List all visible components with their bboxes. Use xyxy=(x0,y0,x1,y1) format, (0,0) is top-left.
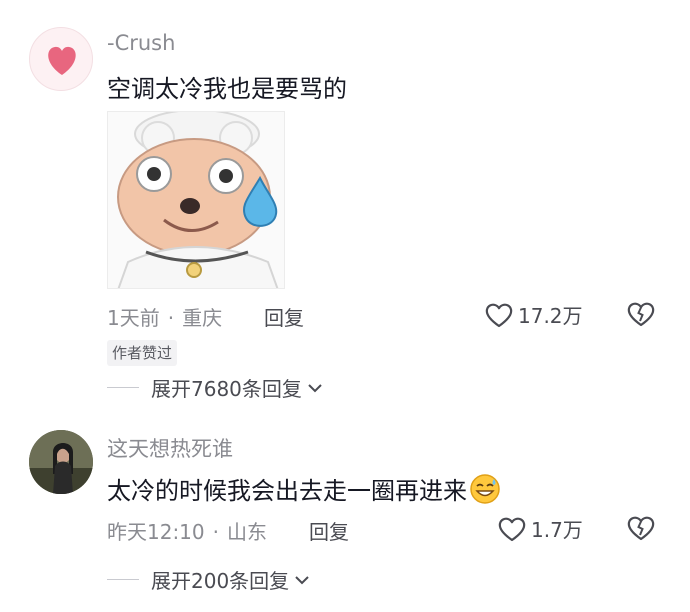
chevron-down-icon xyxy=(295,575,309,584)
like-button[interactable]: 1.7万 xyxy=(497,514,583,543)
comment-text-body: 太冷的时候我会出去走一圈再进来 xyxy=(107,477,467,505)
heart-outline-icon xyxy=(485,303,513,327)
broken-heart-icon[interactable] xyxy=(626,514,656,542)
expand-divider xyxy=(107,387,139,388)
comment-text: 太冷的时候我会出去走一圈再进来 xyxy=(107,471,501,506)
avatar[interactable] xyxy=(29,430,93,494)
comment-location: 山东 xyxy=(227,520,267,544)
user-photo-avatar xyxy=(29,430,93,494)
username[interactable]: -Crush xyxy=(107,31,175,55)
reply-button[interactable]: 回复 xyxy=(309,516,349,545)
reply-button[interactable]: 回复 xyxy=(264,302,304,331)
comment-meta: 1天前 · 重庆 xyxy=(107,302,222,331)
expand-divider xyxy=(107,579,139,580)
comment-text: 空调太冷我也是要骂的 xyxy=(107,75,347,103)
heart-outline-icon xyxy=(498,517,526,541)
expand-label: 展开7680条回复 xyxy=(151,377,302,401)
like-count: 17.2万 xyxy=(518,304,583,328)
expand-replies-button[interactable]: 展开200条回复 xyxy=(107,565,311,594)
comment-meta: 昨天12:10 · 山东 xyxy=(107,516,267,545)
author-liked-badge: 作者赞过 xyxy=(107,340,178,366)
expand-replies-button[interactable]: 展开7680条回复 xyxy=(107,373,324,402)
meta-separator: · xyxy=(212,520,219,544)
expand-label: 展开200条回复 xyxy=(151,569,290,593)
username[interactable]: 这天想热死谁 xyxy=(107,433,233,463)
meta-separator: · xyxy=(167,306,175,330)
grinning-sweat-emoji xyxy=(470,474,500,504)
like-count: 1.7万 xyxy=(531,518,583,542)
comment-item: -Crush 空调太冷我也是要骂的 1天前 · 重庆 回复 17.2万 作者赞过… xyxy=(0,0,690,418)
avatar[interactable] xyxy=(29,27,93,91)
comment-item: 这天想热死谁 太冷的时候我会出去走一圈再进来 昨天12:10 · 山东 回复 1.7… xyxy=(0,418,690,612)
like-button[interactable]: 17.2万 xyxy=(484,300,583,329)
sheep-sweat-sticker[interactable] xyxy=(107,111,285,289)
comment-location: 重庆 xyxy=(182,306,223,330)
pink-heart-icon xyxy=(48,46,76,75)
chevron-down-icon xyxy=(308,383,322,392)
comment-time: 1天前 xyxy=(107,306,160,330)
comment-time: 昨天12:10 xyxy=(107,520,205,544)
broken-heart-icon[interactable] xyxy=(626,300,656,328)
